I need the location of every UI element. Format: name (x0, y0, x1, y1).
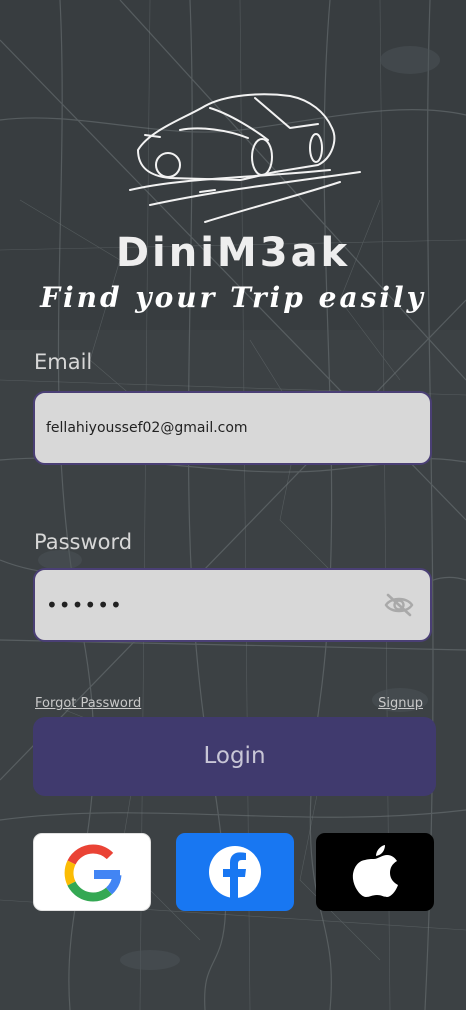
login-button[interactable]: Login (33, 717, 436, 796)
login-screen: DiniM3ak Find your Trip easily Email Pas… (0, 0, 466, 1010)
google-signin-button[interactable] (33, 833, 151, 911)
forgot-password-link[interactable]: Forgot Password (35, 696, 141, 711)
facebook-logo-icon (209, 846, 261, 898)
email-input[interactable] (46, 393, 386, 463)
app-tagline: Find your Trip easily (40, 281, 426, 314)
password-field-container (33, 568, 432, 642)
email-field-container (33, 391, 432, 465)
apple-signin-button[interactable] (316, 833, 434, 911)
signup-link[interactable]: Signup (378, 696, 423, 711)
apple-logo-icon (352, 845, 398, 897)
email-label: Email (34, 350, 93, 374)
facebook-signin-button[interactable] (176, 833, 294, 911)
google-logo-icon (64, 844, 122, 902)
app-name: DiniM3ak (115, 230, 351, 276)
password-input[interactable] (46, 570, 386, 640)
eye-off-icon[interactable] (384, 592, 414, 618)
password-label: Password (34, 530, 133, 554)
